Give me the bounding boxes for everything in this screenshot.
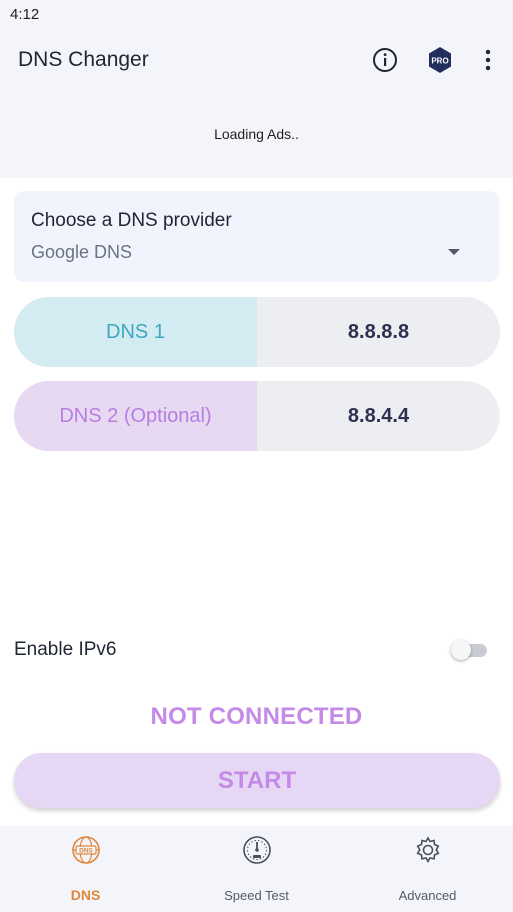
more-vert-icon (485, 49, 491, 71)
dns2-row[interactable]: DNS 2 (Optional) 8.8.4.4 (14, 381, 500, 451)
svg-text:DNS: DNS (79, 848, 93, 855)
provider-label: Choose a DNS provider (31, 210, 232, 231)
info-button[interactable] (369, 44, 401, 76)
nav-item-advanced[interactable]: Advanced (342, 826, 513, 912)
nav-item-dns[interactable]: DNS DNS (0, 826, 171, 912)
pro-button[interactable]: PRO (424, 44, 456, 76)
more-options-button[interactable] (472, 44, 504, 76)
info-icon (373, 48, 397, 72)
nav-label-advanced: Advanced (398, 888, 457, 903)
dns2-label: DNS 2 (Optional) (14, 381, 257, 451)
dns1-row[interactable]: DNS 1 8.8.8.8 (14, 297, 500, 367)
status-time: 4:12 (10, 6, 40, 23)
app-bar: DNS Changer PRO (0, 30, 513, 90)
start-button[interactable]: START (14, 753, 500, 808)
dns2-value-field[interactable]: 8.8.4.4 (257, 381, 500, 451)
toggle-thumb (451, 640, 471, 660)
speedometer-icon (243, 836, 271, 864)
ad-banner[interactable]: Loading Ads.. (0, 90, 513, 178)
ad-loading-text: Loading Ads.. (214, 126, 299, 142)
app-title: DNS Changer (18, 48, 149, 71)
connection-status: NOT CONNECTED (150, 703, 363, 730)
nav-label-dns: DNS (70, 887, 101, 903)
status-bar: 4:12 (0, 0, 513, 30)
ipv6-toggle[interactable] (451, 640, 487, 660)
nav-item-speed-test[interactable]: Speed Test (171, 826, 342, 912)
nav-label-speed-test: Speed Test (224, 888, 289, 903)
provider-selected-value: Google DNS (31, 242, 133, 262)
dns1-value-field[interactable]: 8.8.8.8 (257, 297, 500, 367)
bottom-nav: DNS DNS Speed Test Advanced (0, 826, 513, 912)
dns-globe-icon: DNS (72, 836, 100, 864)
ipv6-label: Enable IPv6 (14, 639, 117, 660)
dns1-label: DNS 1 (14, 297, 257, 367)
gear-icon (416, 836, 440, 864)
pro-badge-text: PRO (431, 57, 448, 66)
pro-badge-icon: PRO (429, 47, 451, 73)
dropdown-arrow-icon (448, 249, 460, 255)
dns-provider-dropdown[interactable]: Choose a DNS provider Google DNS (14, 191, 499, 282)
